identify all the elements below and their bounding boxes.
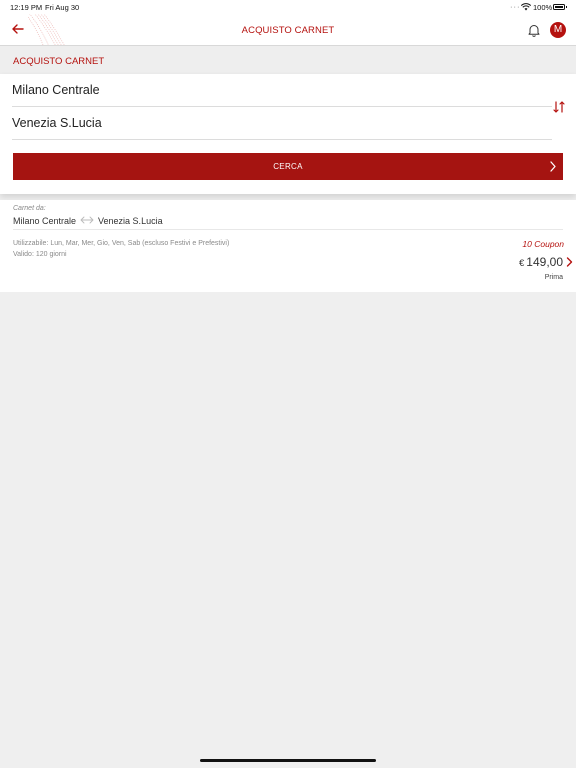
page-title: ACQUISTO CARNET xyxy=(241,25,335,36)
status-date: Fri Aug 30 xyxy=(45,3,80,12)
section-header: ACQUISTO CARNET xyxy=(0,46,576,74)
battery-icon xyxy=(553,4,567,10)
carnet-route: Milano Centrale Venezia S.Lucia xyxy=(13,216,163,226)
coupon-count: 10 Coupon xyxy=(522,239,564,249)
field-divider xyxy=(12,139,552,140)
carnet-label: Carnet da: xyxy=(13,205,46,212)
notifications-button[interactable] xyxy=(526,22,542,38)
validity-text: Valido: 120 giorni xyxy=(13,251,67,258)
search-button-label: CERCA xyxy=(273,162,303,171)
swap-stations-button[interactable] xyxy=(551,99,567,115)
battery-percent: 100% xyxy=(533,3,553,12)
section-title: ACQUISTO CARNET xyxy=(13,56,105,67)
swap-icon xyxy=(553,101,565,113)
navigation-bar: ACQUISTO CARNET M xyxy=(0,14,576,46)
price: €149,00 xyxy=(519,255,563,269)
home-indicator xyxy=(200,759,376,762)
multitasking-dots-icon: ··· xyxy=(510,2,521,11)
result-divider xyxy=(13,229,563,230)
carnet-result-item[interactable]: Carnet da: Milano Centrale Venezia S.Luc… xyxy=(0,200,576,292)
bidirectional-arrow-icon xyxy=(80,216,94,226)
price-amount: 149,00 xyxy=(526,255,563,269)
bell-icon xyxy=(528,25,540,37)
route-destination: Venezia S.Lucia xyxy=(98,216,163,226)
wifi-icon xyxy=(520,3,532,13)
field-divider xyxy=(12,106,552,107)
chevron-right-icon xyxy=(550,161,556,172)
price-currency: € xyxy=(519,258,525,269)
user-avatar[interactable]: M xyxy=(550,22,566,38)
search-form: Milano Centrale Venezia S.Lucia CERCA xyxy=(0,74,576,194)
route-origin: Milano Centrale xyxy=(13,216,77,226)
search-button[interactable]: CERCA xyxy=(13,153,563,180)
chevron-right-icon xyxy=(566,257,573,267)
status-time: 12:19 PM xyxy=(10,3,43,12)
fare-class: Prima xyxy=(544,274,563,281)
status-bar: 12:19 PM Fri Aug 30 ··· 100% xyxy=(0,0,576,14)
usable-days-text: Utilizzabile: Lun, Mar, Mer, Gio, Ven, S… xyxy=(13,240,230,247)
